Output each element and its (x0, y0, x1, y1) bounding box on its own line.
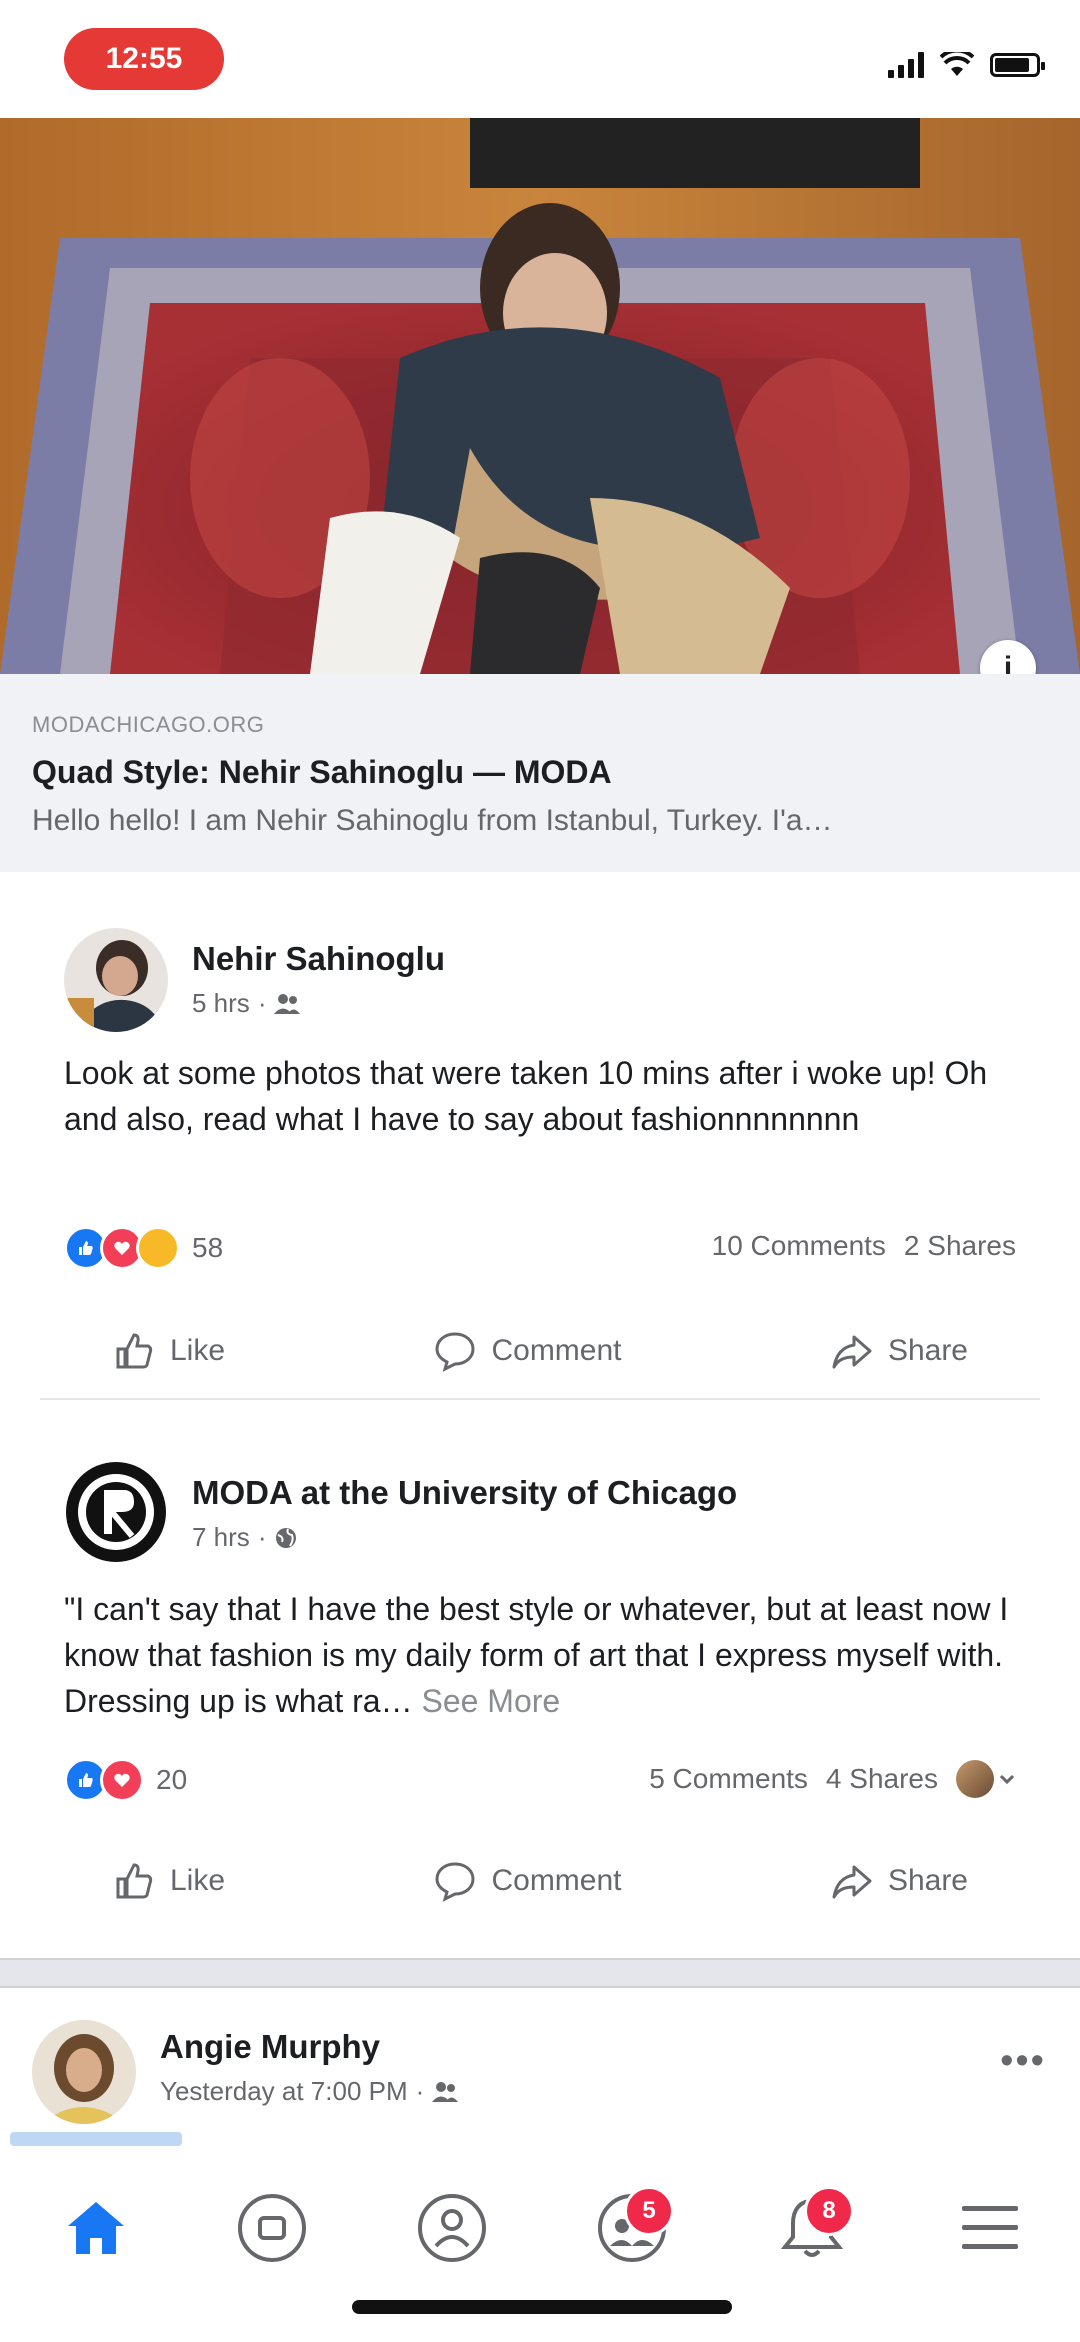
share-arrow-icon (832, 1865, 872, 1899)
cellular-signal-icon (888, 52, 924, 78)
wifi-icon (940, 52, 974, 76)
post-meta: 7 hrs · (192, 1522, 298, 1553)
comments-count[interactable]: 10 Comments (712, 1230, 886, 1262)
tab-groups[interactable]: 5 (572, 2168, 692, 2288)
comment-bubble-icon (435, 1862, 475, 1902)
comments-count[interactable]: 5 Comments (649, 1763, 808, 1795)
avatar[interactable] (64, 1460, 168, 1564)
like-button[interactable]: Like (64, 1859, 273, 1903)
notifications-badge: 8 (804, 2186, 854, 2236)
hamburger-menu-icon (962, 2206, 1018, 2249)
post-actions: Like Comment Share (64, 1836, 1016, 1926)
chevron-down-icon (999, 1774, 1015, 1785)
post-meta: Yesterday at 7:00 PM · (160, 2076, 459, 2107)
comment-button[interactable]: Comment (385, 1329, 669, 1373)
seen-by[interactable] (956, 1760, 1016, 1798)
avatar[interactable] (32, 2020, 136, 2124)
divider (40, 1398, 1040, 1400)
share-arrow-icon (832, 1335, 872, 1369)
tab-home[interactable] (36, 2168, 156, 2288)
share-button[interactable]: Share (782, 1329, 1016, 1373)
profile-icon (418, 2194, 486, 2262)
post-time[interactable]: 5 hrs (192, 988, 250, 1019)
link-preview-image[interactable] (0, 118, 1080, 674)
post-meta: 5 hrs · (192, 988, 301, 1019)
photo-person-on-rug (0, 118, 1080, 674)
watch-video-icon (238, 2194, 306, 2262)
post-author[interactable]: Nehir Sahinoglu (192, 940, 445, 978)
post-text: "I can't say that I have the best style … (64, 1591, 1009, 1719)
tab-notifications[interactable]: 8 (752, 2168, 872, 2288)
thumbs-up-icon (116, 1863, 153, 1899)
comment-bubble-icon (435, 1332, 475, 1372)
post-text: Look at some photos that were taken 10 m… (64, 1055, 988, 1137)
thumbs-up-icon (116, 1333, 153, 1369)
share-button[interactable]: Share (782, 1859, 1016, 1903)
link-description: Hello hello! I am Nehir Sahinoglu from I… (32, 804, 833, 837)
battery-icon (990, 53, 1045, 77)
status-icons (888, 52, 1045, 78)
engagement-counts: 5 Comments 4 Shares (649, 1760, 1016, 1798)
feed-separator (0, 1958, 1080, 1988)
engagement-counts: 10 Comments 2 Shares (712, 1230, 1016, 1262)
like-button[interactable]: Like (64, 1329, 273, 1373)
groups-badge: 5 (624, 2186, 674, 2236)
post-author[interactable]: Angie Murphy (160, 2028, 380, 2066)
see-more-link[interactable]: See More (421, 1683, 560, 1719)
shares-count[interactable]: 2 Shares (904, 1230, 1016, 1262)
avatar (956, 1760, 994, 1798)
home-icon (68, 2202, 124, 2254)
comment-button[interactable]: Comment (385, 1859, 669, 1903)
post-author[interactable]: MODA at the University of Chicago (192, 1474, 737, 1512)
friends-audience-icon (274, 993, 301, 1014)
reactions-summary[interactable]: 58 (64, 1226, 223, 1270)
post-actions: Like Comment Share (64, 1306, 1016, 1396)
more-options-icon[interactable]: ••• (1000, 2040, 1046, 2083)
post-time[interactable]: Yesterday at 7:00 PM (160, 2076, 408, 2107)
status-time[interactable]: 12:55 (64, 28, 224, 90)
reactions-summary[interactable]: 20 (64, 1758, 187, 1802)
tab-marketplace[interactable] (392, 2168, 512, 2288)
tab-menu[interactable] (930, 2168, 1050, 2288)
post-time[interactable]: 7 hrs (192, 1522, 250, 1553)
reaction-count: 58 (192, 1232, 224, 1263)
status-bar: 12:55 (0, 0, 1080, 118)
reaction-count: 20 (156, 1764, 188, 1795)
home-indicator[interactable] (352, 2300, 732, 2314)
shares-count[interactable]: 4 Shares (826, 1763, 938, 1795)
avatar[interactable] (64, 928, 168, 1032)
public-globe-icon (276, 1527, 297, 1548)
friends-audience-icon (432, 2081, 459, 2102)
link-title[interactable]: Quad Style: Nehir Sahinoglu — MODA (32, 754, 612, 791)
active-tab-indicator (10, 2132, 182, 2146)
tab-watch[interactable] (212, 2168, 332, 2288)
link-domain: MODACHICAGO.ORG (32, 712, 265, 737)
love-reaction-icon (100, 1758, 144, 1802)
haha-reaction-icon (136, 1226, 180, 1270)
